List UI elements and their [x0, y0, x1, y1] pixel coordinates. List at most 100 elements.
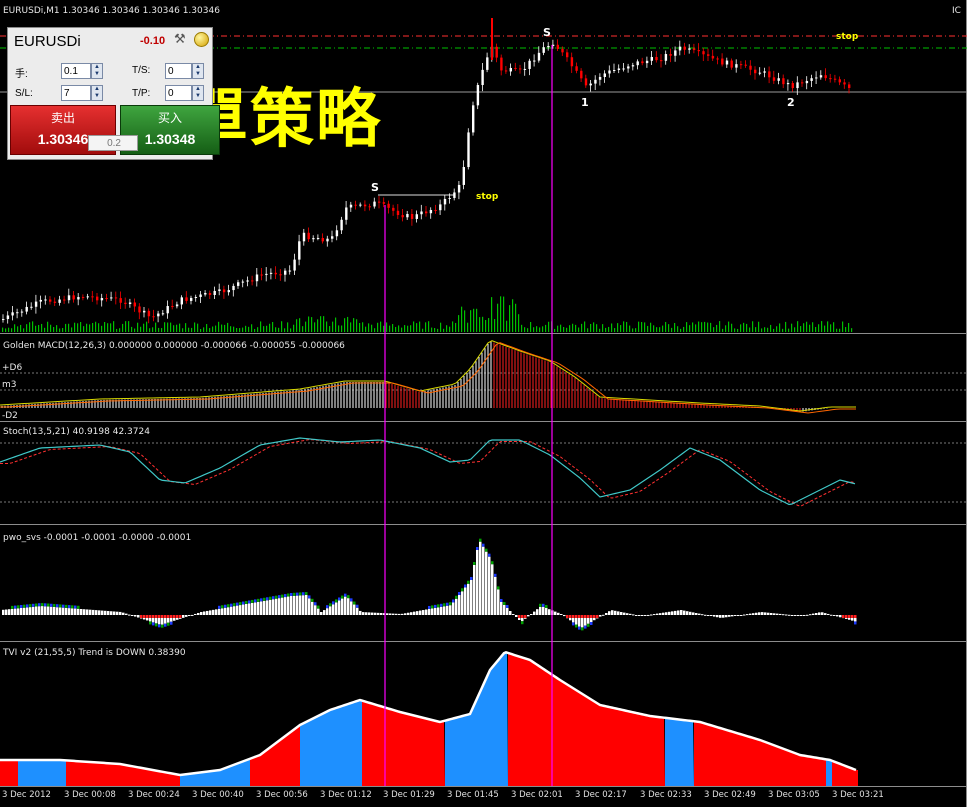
volume-bar [758, 321, 760, 332]
pwo-bar [200, 612, 203, 615]
ts-spinner[interactable]: ▲ ▼ [192, 63, 204, 79]
volume-bar [773, 328, 775, 332]
coin-icon[interactable] [194, 32, 209, 47]
pwo-bar-neg [578, 615, 581, 618]
pwo-bar [692, 612, 695, 615]
buy-label: 买入 [157, 111, 182, 125]
pwo-bar [245, 604, 248, 615]
candle-body [598, 76, 602, 80]
candle-body [105, 298, 108, 300]
pwo-bar-edge [68, 605, 71, 609]
volume-bar [248, 326, 250, 332]
volume-bar [560, 324, 562, 332]
volume-bar [614, 328, 616, 332]
pwo-bar-neg [581, 615, 584, 618]
volume-bar [569, 325, 571, 332]
pwo-bar-neg [842, 615, 845, 618]
take-profit-input[interactable]: 0 [165, 85, 192, 101]
volume-bar [245, 325, 247, 332]
pwo-bar-edge [248, 600, 251, 604]
volume-bar [356, 319, 358, 332]
window-title: EURUSDi,M1 1.30346 1.30346 1.30346 1.303… [3, 6, 220, 16]
pwo-bar [398, 613, 401, 615]
candle-body [190, 297, 193, 301]
candle-body [81, 297, 85, 299]
pwo-bar [422, 610, 425, 615]
tp-spinner[interactable]: ▲ ▼ [192, 85, 204, 101]
volume-bar [443, 328, 445, 332]
stop-loss-input[interactable]: 7 [61, 85, 91, 101]
pwo-bar-neg [521, 615, 524, 618]
candle-body [293, 259, 296, 271]
volume-bar [179, 323, 181, 332]
volume-bar [167, 322, 169, 332]
candle-body [467, 132, 470, 168]
volume-bar [215, 325, 217, 332]
volume-bar [581, 323, 583, 332]
pwo-bar-edge [545, 605, 548, 608]
pwo-bar-edge [233, 603, 236, 607]
volume-bar [755, 327, 757, 332]
symbol-name: EURUSDi [14, 33, 81, 50]
pwo-bar [38, 606, 41, 615]
candle-body [617, 68, 621, 70]
pwo-bar [734, 615, 737, 616]
sl-spinner[interactable]: ▲ ▼ [91, 85, 103, 101]
candle-body [345, 207, 348, 220]
volume-bar [53, 327, 55, 332]
volume-bar [677, 326, 679, 332]
volume-bar [62, 328, 64, 332]
volume-bar [527, 328, 529, 332]
pwo-bar-edge [260, 598, 263, 602]
pwo-bar-edge [503, 602, 506, 605]
volume-bar [536, 326, 538, 332]
trailing-stop-input[interactable]: 0 [165, 63, 192, 79]
volume-bar [95, 321, 97, 332]
candle-body [147, 310, 151, 317]
tvi-area-segment [665, 717, 694, 786]
pwo-bar-edge [434, 604, 437, 608]
pwo-bar [125, 613, 128, 615]
lots-spinner[interactable]: ▲ ▼ [91, 63, 103, 79]
pwo-bar-neg [143, 615, 146, 618]
volume-bar [365, 326, 367, 332]
pwo-bar [311, 601, 314, 615]
volume-bar [266, 325, 268, 332]
volume-bar [2, 327, 4, 332]
volume-bar [785, 321, 787, 332]
volume-bar [608, 326, 610, 332]
candle-body [561, 48, 564, 53]
volume-bar [374, 328, 376, 332]
candle-body [100, 298, 104, 301]
volume-bar [218, 321, 220, 332]
candle-body [645, 60, 649, 64]
volume-bar [368, 323, 370, 332]
volume-bar [515, 303, 517, 332]
volume-bar [779, 323, 781, 332]
pwo-bar-edge [590, 622, 593, 625]
candle-body [321, 237, 324, 242]
volume-bar [428, 321, 430, 332]
pwo-bar [182, 615, 185, 618]
lots-input[interactable]: 0.1 [61, 63, 91, 79]
tools-icon[interactable]: ⚒ [174, 31, 186, 47]
pwo-bar-edge [353, 601, 356, 605]
volume-bar [74, 322, 76, 332]
pwo-bar [683, 610, 686, 615]
volume-bar [23, 328, 25, 332]
pwo-bar-edge [293, 592, 296, 596]
candle-body [157, 313, 160, 317]
time-axis-label: 3 Dec 00:24 [128, 790, 180, 800]
pwo-bar [743, 614, 746, 616]
mid-lots-input[interactable]: 0.2 [88, 135, 138, 151]
pwo-bar [89, 609, 92, 615]
pwo-bar [203, 611, 206, 615]
candle-body [246, 280, 249, 282]
volume-bar [689, 325, 691, 332]
pwo-bar [815, 613, 818, 615]
pwo-bar [761, 612, 764, 615]
pwo-bar-edge [473, 562, 476, 565]
candle-body [302, 232, 306, 242]
volume-bar [386, 322, 388, 332]
corner-label: IC [952, 6, 961, 16]
